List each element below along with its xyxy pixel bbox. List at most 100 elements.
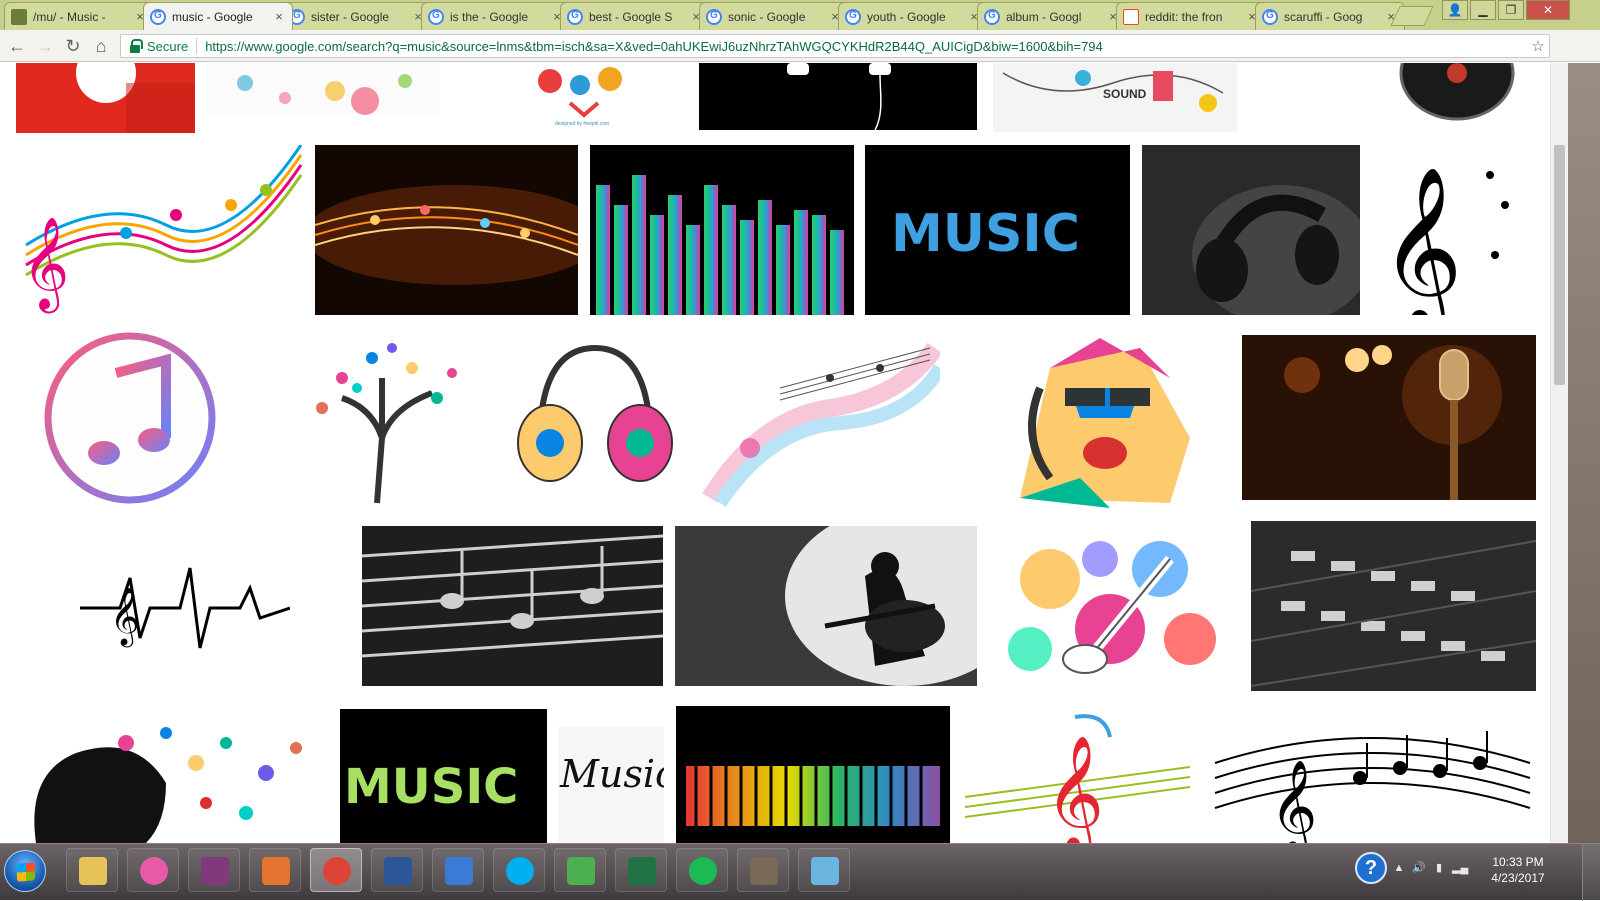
taskbar-security-button[interactable] <box>432 848 484 892</box>
browser-tab[interactable]: sister - Google× <box>282 2 432 30</box>
image-caption: designed by freepik.com <box>555 121 609 127</box>
help-icon[interactable]: ? <box>1355 852 1387 884</box>
lock-icon <box>129 39 143 53</box>
tab-title: best - Google S <box>589 9 673 24</box>
browser-tab[interactable]: youth - Google× <box>838 2 988 30</box>
browser-tab[interactable]: album - Googl× <box>977 2 1127 30</box>
show-desktop-button[interactable] <box>1582 844 1600 901</box>
browser-tab[interactable]: sonic - Google× <box>699 2 849 30</box>
svg-text:𝄞: 𝄞 <box>1045 734 1104 843</box>
image-result[interactable] <box>362 526 663 686</box>
google-icon <box>706 8 722 25</box>
power-icon[interactable]: ▮ <box>1432 862 1446 874</box>
taskbar-office-button[interactable] <box>249 848 301 892</box>
taskbar-gimp-button[interactable] <box>737 848 789 892</box>
scrollbar-thumb[interactable] <box>1554 145 1565 385</box>
home-button[interactable]: ⌂ <box>90 35 112 57</box>
image-result[interactable] <box>16 713 331 843</box>
user-icon[interactable]: 👤 <box>1442 0 1468 20</box>
image-result[interactable] <box>699 63 977 130</box>
taskbar-excel-button[interactable] <box>615 848 667 892</box>
close-window-button[interactable]: ✕ <box>1526 0 1570 20</box>
taskbar-spotify-button[interactable] <box>676 848 728 892</box>
image-result[interactable] <box>1251 521 1536 691</box>
image-text: MUSIC <box>891 204 1080 264</box>
start-button[interactable] <box>4 850 46 892</box>
image-result[interactable] <box>1142 145 1360 315</box>
security-icon <box>445 857 473 885</box>
taskbar-itunes-button[interactable] <box>127 848 179 892</box>
image-result[interactable]: 𝄞 <box>1210 723 1535 843</box>
url-text[interactable]: https://www.google.com/search?q=music&so… <box>205 39 1527 54</box>
tab-title: sonic - Google <box>728 9 806 24</box>
browser-tab[interactable]: best - Google S× <box>560 2 710 30</box>
network-icon[interactable]: ▂▄ <box>1452 862 1468 874</box>
svg-text:𝄞: 𝄞 <box>1270 759 1317 843</box>
spotify-icon <box>689 857 717 885</box>
image-result[interactable]: SOUND <box>993 63 1237 132</box>
google-icon <box>845 8 861 25</box>
onenote-icon <box>201 857 229 885</box>
page-scrollbar[interactable] <box>1550 63 1568 843</box>
image-result[interactable] <box>505 328 683 508</box>
image-result[interactable]: Music <box>558 727 664 843</box>
image-result[interactable] <box>315 145 578 315</box>
google-icon <box>984 8 1000 25</box>
taskbar-skype-button[interactable] <box>493 848 545 892</box>
image-result[interactable]: MUSIC <box>865 145 1130 315</box>
image-result[interactable]: MUSIC <box>340 709 547 843</box>
forward-button[interactable]: → <box>34 35 56 57</box>
image-result[interactable]: 𝄞 <box>16 145 302 315</box>
taskbar-word-button[interactable] <box>371 848 423 892</box>
image-result[interactable] <box>16 63 195 133</box>
tab-title: scaruffi - Goog <box>1284 9 1363 24</box>
google-icon <box>1262 8 1278 25</box>
back-button[interactable]: ← <box>6 35 28 57</box>
bookmark-star-icon[interactable]: ☆ <box>1527 37 1549 55</box>
image-result[interactable]: designed by freepik.com <box>510 63 658 129</box>
browser-tab[interactable]: /mu/ - Music - × <box>4 2 154 30</box>
address-bar[interactable]: Secure https://www.google.com/search?q=m… <box>120 34 1550 58</box>
reload-button[interactable]: ↻ <box>62 35 84 57</box>
image-result[interactable] <box>990 519 1238 694</box>
tab-title: /mu/ - Music - <box>33 9 106 24</box>
new-tab-button[interactable] <box>1390 6 1434 26</box>
office-icon <box>262 857 290 885</box>
system-clock[interactable]: 10:33 PM 4/23/2017 <box>1478 854 1558 886</box>
image-result[interactable] <box>590 145 854 315</box>
image-result[interactable]: 𝄞 <box>965 707 1190 843</box>
browser-tab[interactable]: reddit: the fron × <box>1116 2 1266 30</box>
taskbar-chrome-button[interactable] <box>310 848 362 892</box>
close-tab-icon[interactable]: × <box>272 9 286 24</box>
image-caption: SOUND <box>1103 87 1147 101</box>
image-text: Music <box>559 752 664 796</box>
maximize-button[interactable]: ❐ <box>1498 0 1524 20</box>
browser-tab[interactable]: is the - Google× <box>421 2 571 30</box>
secure-label: Secure <box>147 38 189 54</box>
svg-text:𝄞: 𝄞 <box>22 216 69 313</box>
taskbar-explorer-button[interactable] <box>66 848 118 892</box>
browser-toolbar: ← → ↻ ⌂ Secure https://www.google.com/se… <box>0 30 1600 62</box>
image-result[interactable]: 𝄞 <box>80 558 290 658</box>
image-result[interactable] <box>1385 63 1521 121</box>
image-result[interactable] <box>980 328 1230 508</box>
tray-expand-icon[interactable]: ▲ <box>1392 862 1406 874</box>
image-result[interactable] <box>675 526 977 686</box>
volume-icon[interactable]: 🔊 <box>1412 862 1426 874</box>
minimize-button[interactable]: ▁ <box>1470 0 1496 20</box>
taskbar-paint-button[interactable] <box>798 848 850 892</box>
image-result[interactable] <box>282 328 486 508</box>
taskbar-maps-button[interactable] <box>554 848 606 892</box>
tab-strip: /mu/ - Music -×music - Google×sister - G… <box>0 0 1600 30</box>
taskbar-onenote-button[interactable] <box>188 848 240 892</box>
image-result[interactable] <box>700 328 940 508</box>
image-result[interactable] <box>676 706 950 843</box>
image-result[interactable] <box>1242 335 1536 500</box>
browser-tab[interactable]: music - Google × <box>143 2 293 30</box>
desktop-background <box>1568 63 1600 843</box>
tab-title: reddit: the fron <box>1145 9 1223 24</box>
image-result[interactable]: 𝄞 <box>1370 145 1530 315</box>
image-result[interactable] <box>205 63 440 115</box>
browser-tab[interactable]: scaruffi - Goog× <box>1255 2 1405 30</box>
image-result[interactable] <box>16 328 246 508</box>
